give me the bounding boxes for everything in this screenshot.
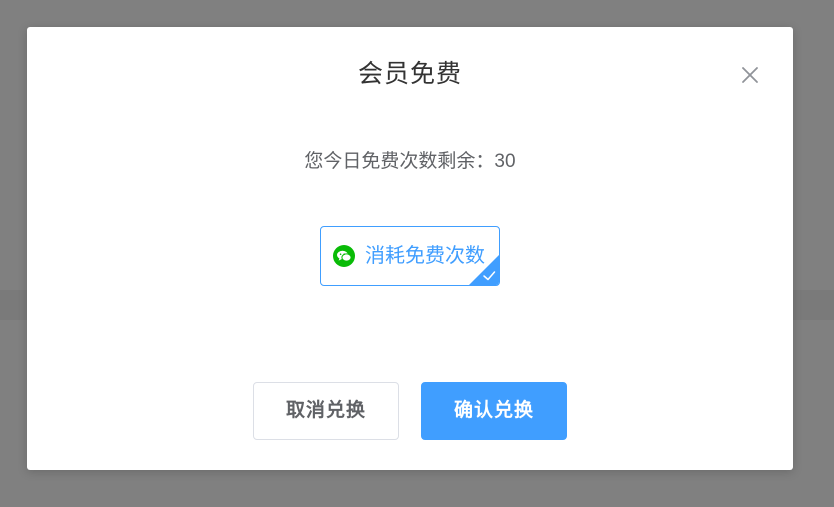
cancel-exchange-button[interactable]: 取消兑换 [253, 382, 399, 440]
consume-free-count-option[interactable]: 消耗免费次数 [320, 226, 500, 286]
wechat-icon [333, 245, 355, 267]
member-free-dialog: 会员免费 您今日免费次数剩余：30 消耗免费次数 取消兑换 确认兑换 [27, 27, 793, 470]
close-icon [738, 63, 762, 87]
remaining-free-count-text: 您今日免费次数剩余：30 [304, 151, 516, 172]
dialog-title: 会员免费 [357, 60, 462, 88]
option-label: 消耗免费次数 [365, 245, 485, 267]
confirm-exchange-button[interactable]: 确认兑换 [421, 382, 567, 440]
close-button[interactable] [738, 63, 762, 87]
selected-check-icon [469, 255, 499, 285]
